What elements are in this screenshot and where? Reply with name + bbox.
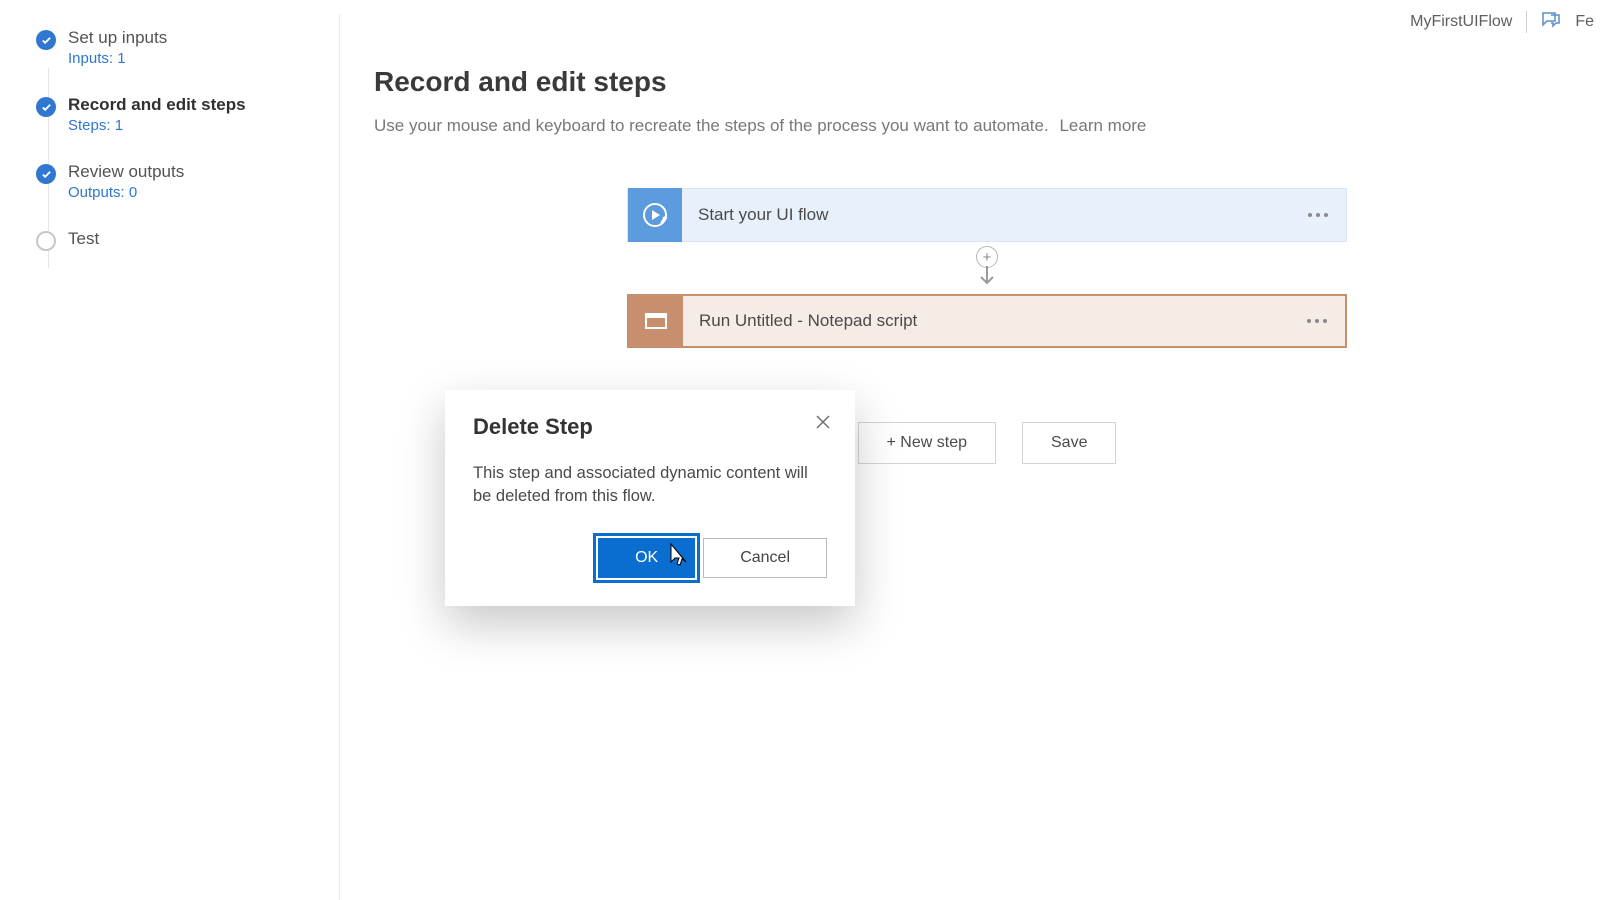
arrow-down-icon	[977, 266, 997, 288]
empty-bullet-icon	[36, 231, 56, 251]
start-flow-card[interactable]: Start your UI flow	[627, 188, 1347, 242]
close-icon[interactable]	[809, 408, 837, 436]
sidebar-step-test[interactable]: Test	[36, 229, 339, 251]
dialog-actions: OK Cancel	[473, 538, 827, 578]
check-icon	[36, 97, 56, 117]
play-circle-icon	[628, 188, 682, 242]
ellipsis-icon[interactable]	[1308, 213, 1328, 217]
wizard-sidebar: Set up inputs Inputs: 1 Record and edit …	[0, 14, 340, 900]
check-icon	[36, 164, 56, 184]
new-step-button[interactable]: + New step	[858, 422, 996, 464]
card-label: Run Untitled - Notepad script	[699, 311, 917, 331]
sidebar-step-inputs[interactable]: Set up inputs Inputs: 1	[36, 28, 339, 67]
run-script-card[interactable]: Run Untitled - Notepad script	[627, 294, 1347, 348]
check-icon	[36, 30, 56, 50]
window-icon	[629, 294, 683, 348]
step-title: Test	[68, 229, 99, 249]
card-label: Start your UI flow	[698, 205, 828, 225]
delete-step-dialog: Delete Step This step and associated dyn…	[445, 390, 855, 606]
step-title: Record and edit steps	[68, 95, 246, 115]
sidebar-step-record[interactable]: Record and edit steps Steps: 1	[36, 95, 339, 134]
save-button[interactable]: Save	[1022, 422, 1116, 464]
sidebar-step-outputs[interactable]: Review outputs Outputs: 0	[36, 162, 339, 201]
cancel-button[interactable]: Cancel	[703, 538, 827, 578]
page-description: Use your mouse and keyboard to recreate …	[374, 116, 1600, 136]
dialog-title: Delete Step	[473, 414, 827, 440]
step-sub: Outputs: 0	[68, 184, 184, 201]
page-title: Record and edit steps	[374, 66, 1600, 98]
step-title: Set up inputs	[68, 28, 167, 48]
flow-actions: + New step Save	[858, 422, 1117, 464]
step-sub: Steps: 1	[68, 117, 246, 134]
plus-icon[interactable]: +	[976, 246, 998, 268]
learn-more-link[interactable]: Learn more	[1059, 116, 1146, 135]
ellipsis-icon[interactable]	[1307, 319, 1327, 323]
step-title: Review outputs	[68, 162, 184, 182]
step-sub: Inputs: 1	[68, 50, 167, 67]
add-connector[interactable]: +	[976, 246, 998, 288]
dialog-body: This step and associated dynamic content…	[473, 462, 827, 508]
ok-button[interactable]: OK	[598, 538, 695, 578]
